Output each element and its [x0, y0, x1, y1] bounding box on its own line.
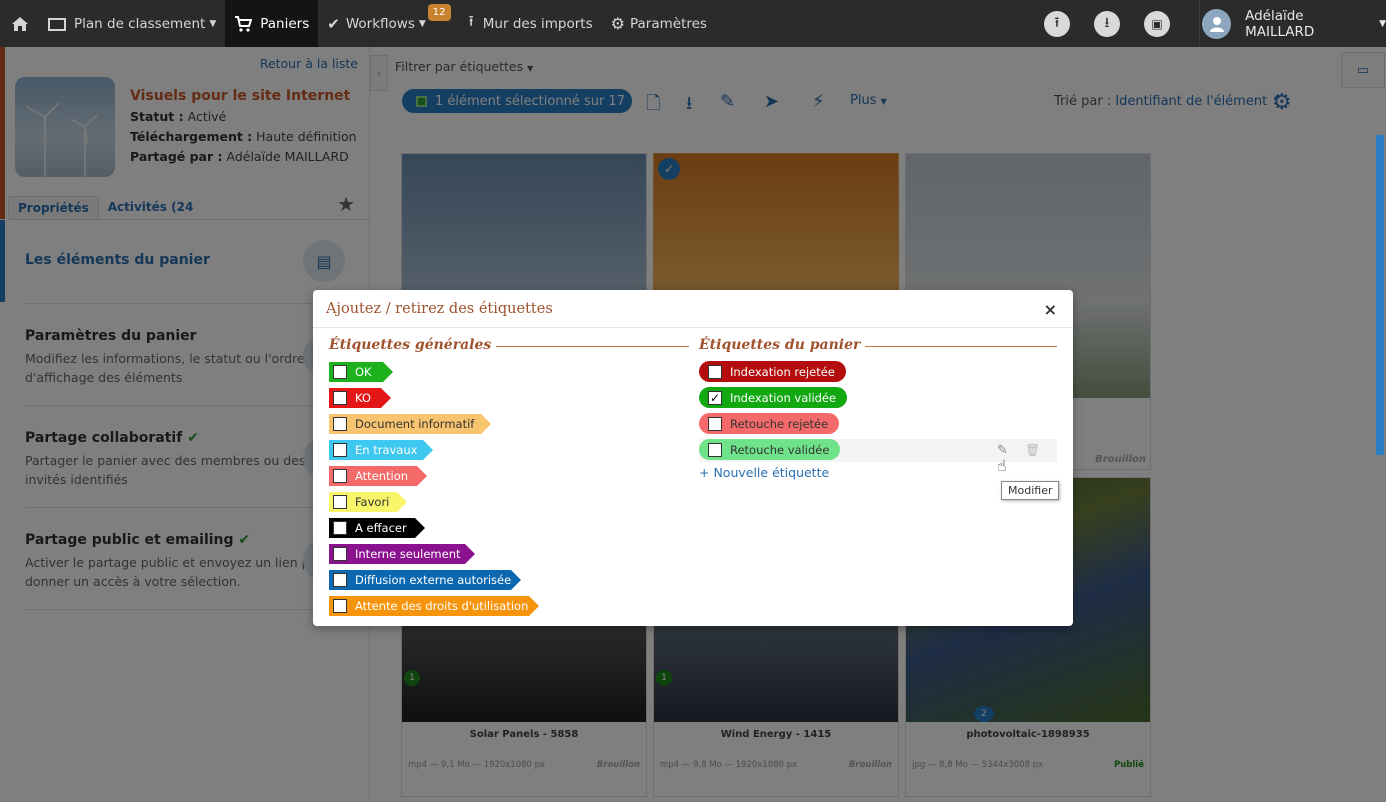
clipboard-icon: ▣	[1151, 17, 1163, 31]
tag-label: Indexation rejetée	[730, 364, 835, 379]
general-tag-item[interactable]: Attention	[329, 466, 427, 486]
caret-down-icon: ▼	[418, 18, 426, 29]
download-icon: ⭳	[1104, 15, 1110, 31]
tag-checkbox[interactable]	[333, 417, 347, 431]
gear-icon: ⚙	[610, 14, 625, 33]
general-tag-item[interactable]: Interne seulement	[329, 544, 475, 564]
scrollbar[interactable]	[1376, 135, 1384, 455]
nav-paniers[interactable]: Paniers	[225, 0, 319, 47]
delete-tag-button[interactable]: 🗑	[1025, 443, 1040, 457]
tag-checkbox[interactable]	[333, 365, 347, 379]
nav-label: Plan de classement	[74, 15, 206, 32]
tag-label: Attention	[355, 469, 409, 483]
tag-label: En travaux	[355, 443, 418, 457]
tags-modal: Ajoutez / retirez des étiquettes × Étiqu…	[313, 290, 1073, 626]
tag-label: Attente des droits d'utilisation	[355, 599, 529, 613]
modal-title: Ajoutez / retirez des étiquettes	[313, 290, 1073, 328]
tag-checkbox[interactable]	[333, 495, 347, 509]
tag-label: Retouche rejetée	[730, 416, 829, 431]
tag-checkbox[interactable]	[708, 416, 722, 431]
basket-tags-title: Étiquettes du panier	[699, 337, 861, 353]
basket-tag-item[interactable]: ✓ Indexation validée	[699, 387, 848, 408]
tag-label: Indexation validée	[730, 390, 837, 405]
divider	[496, 346, 689, 347]
caret-down-icon: ▼	[209, 18, 217, 29]
tag-label: Document informatif	[355, 417, 475, 431]
upload-button[interactable]: ⭱	[1044, 11, 1070, 37]
nav-label: Paramètres	[629, 15, 707, 32]
general-tag-item[interactable]: Diffusion externe autorisée	[329, 570, 521, 590]
tag-label: Diffusion externe autorisée	[355, 573, 512, 587]
tag-label: KO	[355, 391, 371, 405]
nav-label: Mur des imports	[482, 15, 593, 32]
caret-down-icon: ▼	[1379, 18, 1386, 29]
tag-label: OK	[355, 365, 372, 379]
general-tag-item[interactable]: En travaux	[329, 440, 433, 460]
home-icon	[12, 16, 28, 31]
tag-checkbox[interactable]	[333, 599, 347, 613]
trash-icon: 🗑	[1025, 443, 1041, 457]
general-tag-item[interactable]: A effacer	[329, 518, 425, 538]
nav-mur-imports[interactable]: ⭱ Mur des imports	[460, 0, 602, 47]
pointer-cursor-icon: ☝	[997, 456, 1007, 475]
edit-tooltip: Modifier	[1001, 481, 1060, 500]
general-tag-item[interactable]: Favori	[329, 492, 407, 512]
tag-checkbox[interactable]	[333, 391, 347, 405]
general-tag-item[interactable]: Attente des droits d'utilisation	[329, 596, 539, 616]
home-button[interactable]	[0, 0, 39, 47]
avatar	[1202, 8, 1232, 39]
user-icon	[1209, 16, 1224, 32]
new-tag-link[interactable]: + Nouvelle étiquette	[699, 465, 829, 480]
close-icon[interactable]: ×	[1044, 300, 1057, 319]
nav-label: Workflows	[345, 15, 415, 32]
basket-tag-item[interactable]: Retouche validée	[699, 439, 841, 460]
tag-label: Favori	[355, 495, 390, 509]
tag-checkbox[interactable]	[333, 547, 347, 561]
nav-parametres[interactable]: ⚙ Paramètres	[602, 0, 716, 47]
basket-tag-item[interactable]: Retouche rejetée	[699, 413, 840, 434]
nav-workflows[interactable]: ✔ Workflows ▼ 12	[318, 0, 459, 47]
divider	[865, 346, 1057, 347]
tag-checkbox[interactable]	[708, 442, 722, 457]
upload-icon: ⭱	[468, 12, 474, 30]
basket-tag-item[interactable]: Indexation rejetée	[699, 361, 846, 382]
checked-checkbox[interactable]: ✓	[708, 390, 722, 405]
workflow-count-badge: 12	[427, 4, 451, 21]
user-name: Adélaïde MAILLARD	[1245, 7, 1315, 40]
clipboard-button[interactable]: ▣	[1144, 11, 1170, 37]
tag-label: Interne seulement	[355, 547, 461, 561]
nav-plan-classement[interactable]: Plan de classement ▼	[39, 0, 225, 47]
tag-checkbox[interactable]	[333, 573, 347, 587]
general-tag-item[interactable]: OK	[329, 362, 393, 382]
tag-label: Retouche validée	[730, 442, 830, 457]
tag-checkbox[interactable]	[333, 469, 347, 483]
tag-checkbox[interactable]	[333, 443, 347, 457]
general-tag-item[interactable]: KO	[329, 388, 391, 408]
general-tag-item[interactable]: Document informatif	[329, 414, 491, 434]
user-menu[interactable]: Adélaïde MAILLARD ▼	[1199, 0, 1386, 47]
cart-icon	[235, 15, 253, 32]
upload-icon: ⭱	[1054, 15, 1060, 31]
top-navbar: Plan de classement ▼ Paniers ✔ Workflows ▼…	[0, 0, 1386, 47]
nav-label: Paniers	[260, 15, 310, 32]
tag-checkbox[interactable]	[333, 521, 347, 535]
download-button[interactable]: ⭳	[1094, 11, 1120, 37]
check-icon: ✔	[327, 14, 340, 33]
folder-icon	[48, 17, 66, 31]
general-tags-title: Étiquettes générales	[329, 337, 492, 353]
tag-checkbox[interactable]	[708, 364, 722, 379]
tag-label: A effacer	[355, 521, 407, 535]
